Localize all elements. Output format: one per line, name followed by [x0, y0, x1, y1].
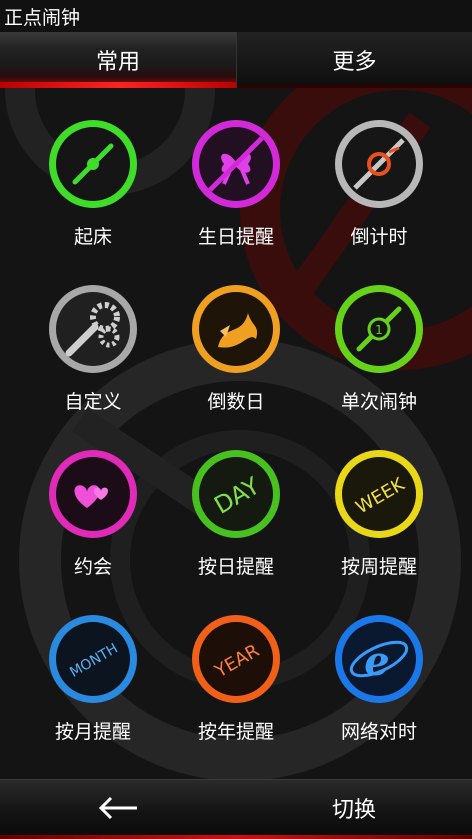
- alarm-type-grid: 起床 生日提醒 倒计时 自定义 倒数日 1 单次闹钟 约会 DAY 按日提醒 W…: [0, 110, 472, 770]
- monthly-reminder-icon: MONTH: [47, 613, 139, 705]
- weekly-reminder-icon: WEEK: [333, 448, 425, 540]
- item-label: 倒数日: [207, 391, 265, 413]
- item-label: 约会: [73, 556, 112, 578]
- countdown-days-icon: [190, 283, 282, 375]
- back-button[interactable]: [0, 780, 236, 836]
- svg-text:1: 1: [375, 323, 383, 337]
- item-daily-reminder[interactable]: DAY 按日提醒: [165, 440, 308, 605]
- item-countdown[interactable]: 倒计时: [308, 110, 451, 275]
- daily-reminder-icon: DAY: [190, 448, 282, 540]
- bottom-bar: 切换: [0, 779, 472, 839]
- item-custom[interactable]: 自定义: [22, 275, 165, 440]
- item-date[interactable]: 约会: [22, 440, 165, 605]
- item-countdown-days[interactable]: 倒数日: [165, 275, 308, 440]
- item-label: 自定义: [64, 391, 122, 413]
- app-title: 正点闹钟: [4, 6, 81, 29]
- item-birthday-reminder[interactable]: 生日提醒: [165, 110, 308, 275]
- yearly-reminder-icon: YEAR: [190, 613, 282, 705]
- item-label: 按年提醒: [197, 721, 274, 743]
- item-label: 起床: [73, 226, 112, 248]
- item-label: 倒计时: [350, 226, 408, 248]
- back-arrow-icon: [98, 796, 137, 820]
- item-label: 按周提醒: [340, 556, 417, 578]
- switch-button[interactable]: 切换: [236, 780, 472, 836]
- item-label: 按日提醒: [197, 556, 274, 578]
- item-label: 按月提醒: [54, 721, 131, 743]
- app-title-bar: 正点闹钟: [0, 0, 472, 32]
- item-monthly-reminder[interactable]: MONTH 按月提醒: [22, 605, 165, 770]
- date-hearts-icon: [47, 448, 139, 540]
- tab-common[interactable]: 常用: [0, 32, 236, 88]
- wake-up-clock-icon: [47, 118, 139, 210]
- tab-bar: 常用 更多: [0, 32, 472, 88]
- item-single-alarm[interactable]: 1 单次闹钟: [308, 275, 451, 440]
- tab-more[interactable]: 更多: [236, 32, 472, 88]
- birthday-gift-icon: [190, 118, 282, 210]
- item-weekly-reminder[interactable]: WEEK 按周提醒: [308, 440, 451, 605]
- item-label: 网络对时: [340, 721, 417, 743]
- network-time-icon: e: [333, 613, 425, 705]
- single-alarm-icon: 1: [333, 283, 425, 375]
- countdown-icon: [333, 118, 425, 210]
- item-wake-up[interactable]: 起床: [22, 110, 165, 275]
- custom-gears-icon: [47, 283, 139, 375]
- item-yearly-reminder[interactable]: YEAR 按年提醒: [165, 605, 308, 770]
- item-label: 生日提醒: [197, 226, 274, 248]
- item-network-time[interactable]: e 网络对时: [308, 605, 451, 770]
- item-label: 单次闹钟: [340, 391, 417, 413]
